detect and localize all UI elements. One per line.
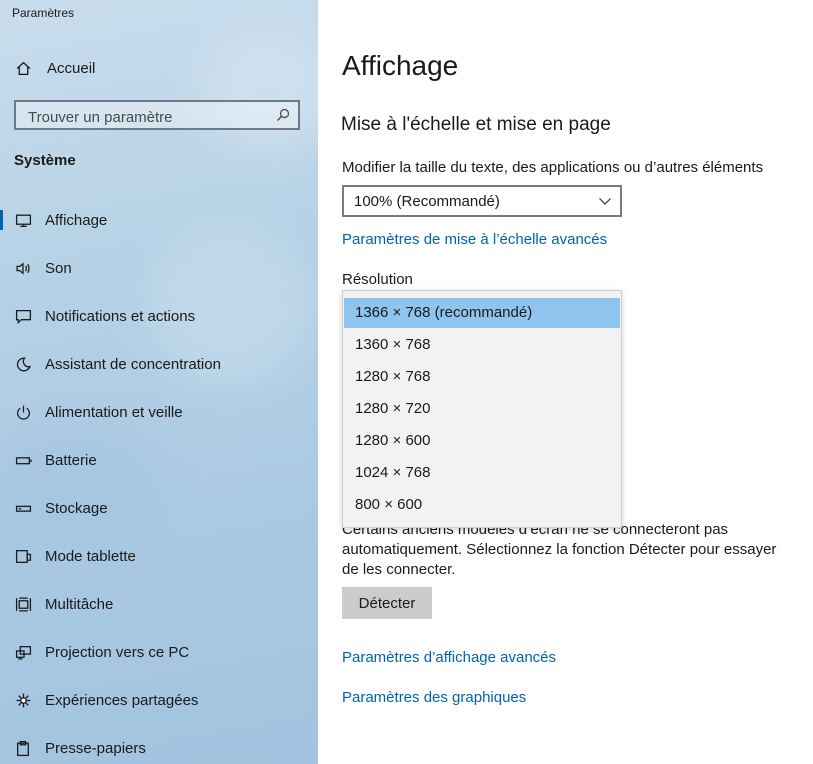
resolution-option[interactable]: 1280 × 720 — [344, 394, 620, 424]
page-title: Affichage — [342, 50, 459, 81]
resolution-option[interactable]: 1366 × 768 (recommandé) — [344, 298, 620, 328]
moon-icon — [14, 355, 32, 373]
sidebar-item-label: Expériences partagées — [45, 691, 199, 709]
nav-home[interactable]: Accueil — [0, 50, 318, 86]
tablet-icon — [14, 547, 32, 565]
sidebar-item-label: Mode tablette — [45, 547, 136, 565]
multitask-icon — [14, 595, 32, 613]
scale-dropdown[interactable]: 100% (Recommandé) — [342, 185, 622, 217]
sidebar-item-power[interactable]: Alimentation et veille — [0, 392, 318, 432]
search-box[interactable] — [14, 100, 300, 130]
sidebar-item-label: Affichage — [45, 211, 108, 229]
power-icon — [14, 403, 32, 421]
sidebar-item-label: Presse-papiers — [45, 739, 146, 757]
search-input[interactable] — [26, 106, 270, 128]
projection-icon — [14, 643, 32, 661]
search-icon — [277, 108, 290, 121]
resolution-option[interactable]: 1280 × 600 — [344, 426, 620, 456]
speaker-icon — [14, 259, 32, 277]
sidebar-item-label: Multitâche — [45, 595, 114, 613]
home-icon — [14, 59, 32, 77]
advanced-display-link[interactable]: Paramètres d’affichage avancés — [342, 649, 556, 666]
share-icon — [14, 691, 32, 709]
resolution-label: Résolution — [342, 271, 413, 288]
window-title: Paramètres — [12, 6, 75, 20]
clipboard-icon — [14, 739, 32, 757]
detect-button[interactable]: Détecter — [342, 587, 432, 619]
sidebar-item-multitask[interactable]: Multitâche — [0, 584, 318, 624]
sidebar-item-affichage[interactable]: Affichage — [0, 200, 318, 240]
monitor-icon — [14, 211, 32, 229]
nav-home-label: Accueil — [47, 59, 96, 77]
resolution-option[interactable]: 800 × 600 — [344, 490, 620, 520]
sidebar-item-shared-experiences[interactable]: Expériences partagées — [0, 680, 318, 720]
sidebar-item-label: Son — [45, 259, 72, 277]
sidebar-item-label: Batterie — [45, 451, 97, 469]
section-title: Système — [14, 152, 76, 169]
sidebar-item-tablet-mode[interactable]: Mode tablette — [0, 536, 318, 576]
sidebar-item-label: Notifications et actions — [45, 307, 196, 325]
sidebar-item-notifications[interactable]: Notifications et actions — [0, 296, 318, 336]
scale-label: Modifier la taille du texte, des applica… — [342, 159, 764, 176]
sidebar-item-label: Alimentation et veille — [45, 403, 183, 421]
sidebar-item-battery[interactable]: Batterie — [0, 440, 318, 480]
sidebar-item-focus-assist[interactable]: Assistant de concentration — [0, 344, 318, 384]
resolution-option[interactable]: 1280 × 768 — [344, 362, 620, 392]
chevron-down-icon — [599, 198, 611, 205]
resolution-option[interactable]: 1360 × 768 — [344, 330, 620, 360]
main-content: Affichage Mise à l'échelle et mise en pa… — [318, 0, 813, 764]
message-icon — [14, 307, 32, 325]
sidebar: Paramètres Accueil Système Affichage Son… — [0, 0, 318, 764]
sidebar-item-clipboard[interactable]: Presse-papiers — [0, 728, 318, 764]
active-indicator — [0, 210, 3, 230]
sidebar-item-label: Projection vers ce PC — [45, 643, 190, 661]
advanced-scaling-link[interactable]: Paramètres de mise à l’échelle avancés — [342, 231, 607, 248]
sidebar-item-son[interactable]: Son — [0, 248, 318, 288]
graphics-settings-link[interactable]: Paramètres des graphiques — [342, 689, 526, 706]
scale-dropdown-value: 100% (Recommandé) — [354, 193, 500, 210]
resolution-dropdown-list[interactable]: 1366 × 768 (recommandé) 1360 × 768 1280 … — [342, 290, 622, 528]
detect-description: Certains anciens modèles d’écran ne se c… — [342, 521, 777, 578]
sidebar-item-label: Stockage — [45, 499, 108, 517]
sidebar-item-label: Assistant de concentration — [45, 355, 221, 373]
sidebar-item-projection[interactable]: Projection vers ce PC — [0, 632, 318, 672]
sidebar-item-storage[interactable]: Stockage — [0, 488, 318, 528]
storage-icon — [14, 499, 32, 517]
battery-icon — [14, 451, 32, 469]
resolution-option[interactable]: 1024 × 768 — [344, 458, 620, 488]
scale-section-title: Mise à l'échelle et mise en page — [341, 114, 611, 135]
